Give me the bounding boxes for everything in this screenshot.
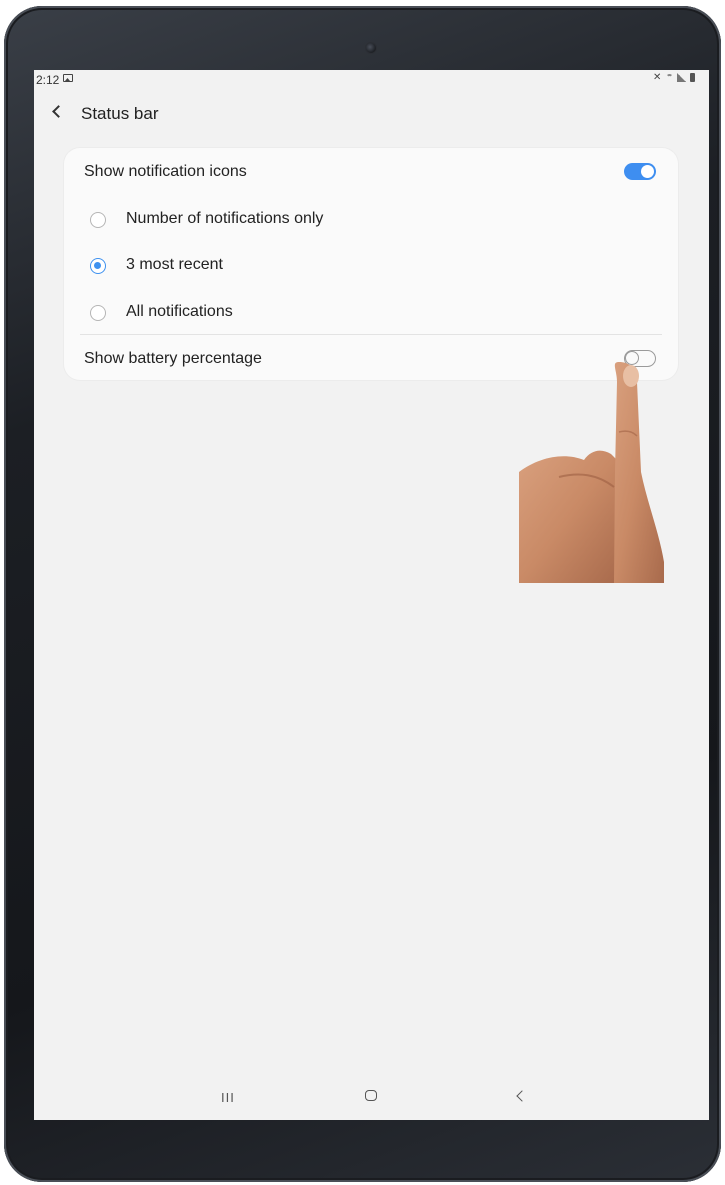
battery-icon (690, 73, 695, 82)
show-notification-icons-toggle[interactable] (624, 163, 656, 180)
show-notification-icons-label: Show notification icons (84, 163, 247, 180)
status-icons: ✕ (653, 72, 695, 83)
recents-button[interactable]: III (221, 1090, 235, 1105)
navigation-bar: III (34, 1070, 709, 1120)
show-battery-percentage-label: Show battery percentage (84, 350, 262, 367)
notification-option-label: All notifications (126, 303, 233, 320)
radio-button-selected[interactable] (90, 258, 106, 274)
notification-option-3-most-recent[interactable]: 3 most recent (64, 241, 678, 287)
front-camera (366, 43, 376, 53)
notification-option-label: 3 most recent (126, 256, 223, 273)
pointing-hand-icon (519, 362, 664, 583)
page-title: Status bar (81, 104, 159, 123)
radio-button[interactable] (90, 212, 106, 228)
mute-icon: ✕ (653, 72, 662, 83)
status-bar: 2:12 ✕ (34, 70, 709, 90)
notification-option-label: Number of notifications only (126, 210, 324, 227)
home-icon[interactable] (365, 1090, 377, 1101)
status-time: 2:12 (36, 73, 60, 87)
screen: 2:12 ✕ Status bar Show notification icon… (34, 70, 709, 1120)
show-notification-icons-row[interactable]: Show notification icons (64, 148, 678, 194)
app-bar: Status bar (34, 98, 709, 130)
signal-icon (677, 73, 686, 82)
radio-button[interactable] (90, 305, 106, 321)
back-icon[interactable] (516, 1090, 528, 1102)
status-bar-settings-card: Show notification icons Number of notifi… (64, 148, 678, 380)
toggle-knob (641, 165, 654, 178)
notification-option-number-only[interactable]: Number of notifications only (64, 195, 678, 241)
notification-option-all[interactable]: All notifications (64, 288, 678, 334)
gallery-icon (63, 74, 73, 82)
wifi-icon (666, 74, 673, 81)
chevron-left-icon[interactable] (52, 105, 65, 118)
